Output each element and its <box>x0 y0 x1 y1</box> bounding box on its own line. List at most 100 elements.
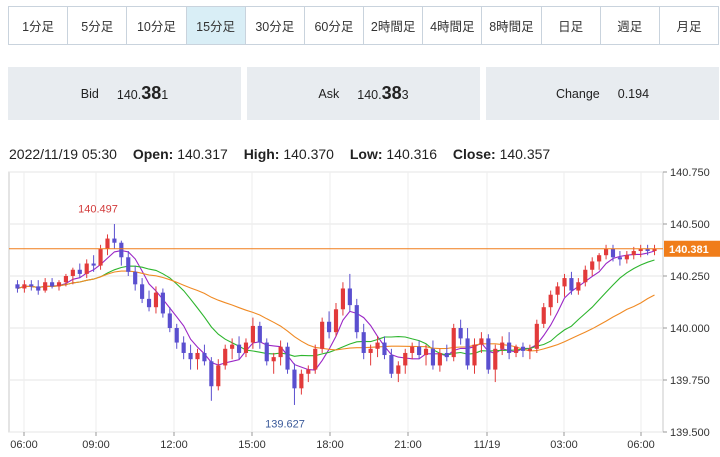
change-label: Change <box>555 86 600 101</box>
tab-timeframe[interactable]: 10分足 <box>127 7 187 44</box>
ohlc-close-value: 140.357 <box>499 146 551 162</box>
candle-body <box>22 284 27 289</box>
tab-timeframe[interactable]: 1分足 <box>9 7 69 44</box>
bid-box: Bid 140.381 <box>8 67 241 120</box>
candle-body <box>264 342 269 362</box>
bid-value-main: 140. <box>116 88 142 102</box>
candle-body <box>119 242 124 258</box>
candle-body <box>430 348 436 366</box>
candle-body <box>410 346 415 353</box>
candle-body <box>98 248 103 266</box>
tab-timeframe[interactable]: 日足 <box>541 7 601 44</box>
tab-timeframe[interactable]: 15分足 <box>186 7 246 44</box>
tab-timeframe[interactable]: 60分足 <box>304 7 365 44</box>
candle-body <box>306 369 311 374</box>
candle-body <box>548 294 553 308</box>
candle-body <box>278 346 283 358</box>
candle-body <box>451 328 456 358</box>
tab-timeframe[interactable]: 8時間足 <box>482 7 542 44</box>
candle-body <box>160 292 165 314</box>
candle-body <box>624 255 629 260</box>
candle-body <box>347 288 352 306</box>
candle-body <box>91 263 96 266</box>
candle-body <box>236 344 242 353</box>
candle-body <box>133 271 138 285</box>
ohlc-high-value: 140.370 <box>283 146 334 162</box>
candlestick-chart[interactable]: 140.750 140.500 140.250 140.000 139.750 139.5… <box>0 166 720 457</box>
candle-body <box>340 288 346 310</box>
change-value: 0.194 <box>617 86 650 101</box>
ohlc-high-label: High: <box>243 146 280 162</box>
tab-timeframe[interactable]: 30分足 <box>245 7 305 44</box>
candle-body <box>63 276 69 283</box>
ohlc-low-value: 140.316 <box>386 146 437 162</box>
candle-body <box>354 305 359 333</box>
candle-body <box>465 338 470 366</box>
tab-timeframe[interactable]: 週足 <box>600 7 660 44</box>
bid-value-fraction: 1 <box>161 88 169 102</box>
x-tick-label: 12:00 <box>160 439 188 451</box>
low-annotation: 139.627 <box>265 419 305 431</box>
candle-body <box>486 338 491 370</box>
candle-body <box>534 323 539 349</box>
candle-body <box>361 332 366 353</box>
candle-body <box>472 344 477 366</box>
candle-body <box>209 361 214 387</box>
candle-body <box>271 357 276 362</box>
x-tick-label: 11/19 <box>474 439 501 451</box>
candle-body <box>645 248 650 252</box>
candle-body <box>652 248 657 252</box>
candle-body <box>29 284 34 287</box>
ask-value-main: 140. <box>357 88 382 102</box>
x-tick-label: 21:00 <box>394 439 422 451</box>
tab-timeframe[interactable]: 2時間足 <box>364 7 424 44</box>
candle-body <box>167 313 172 328</box>
candle-body <box>389 355 394 374</box>
x-tick-label: 03:00 <box>550 439 578 451</box>
candle-body <box>583 269 588 283</box>
candle-body <box>320 321 325 349</box>
bid-value-pips: 38 <box>141 83 162 103</box>
candle-body <box>84 263 89 274</box>
ask-box: Ask 140.383 <box>247 67 480 120</box>
candle-body <box>146 298 152 308</box>
tab-timeframe[interactable]: 月足 <box>659 7 719 44</box>
candle-body <box>437 352 442 366</box>
bid-label: Bid <box>80 86 99 101</box>
candle-body <box>617 257 622 260</box>
tab-timeframe[interactable]: 4時間足 <box>423 7 483 44</box>
candle-body <box>444 352 449 358</box>
ohlc-low: Low: 140.316 <box>350 146 437 162</box>
candle-body <box>230 344 235 349</box>
y-tick-label: 140.500 <box>670 219 710 231</box>
candle-body <box>153 292 159 308</box>
candle-body <box>202 352 207 362</box>
candle-body <box>257 325 262 343</box>
candle-body <box>507 342 512 353</box>
candle-body <box>50 282 55 287</box>
candle-body <box>56 282 62 287</box>
candle-body <box>417 346 422 356</box>
candle-body <box>631 251 636 256</box>
candle-body <box>292 369 297 389</box>
candle-body <box>610 248 616 258</box>
candle-body <box>479 338 484 345</box>
candle-body <box>195 352 200 360</box>
candle-body <box>313 348 318 370</box>
ohlc-high: High: 140.370 <box>244 146 334 162</box>
tab-timeframe[interactable]: 5分足 <box>68 7 128 44</box>
x-tick-label: 09:00 <box>82 439 110 451</box>
ask-value-fraction: 3 <box>401 88 409 102</box>
candle-body <box>638 248 643 252</box>
candle-body <box>590 261 595 270</box>
ohlc-close: Close: 140.357 <box>453 146 550 162</box>
ohlc-close-label: Close: <box>452 146 496 162</box>
candle-body <box>603 248 609 256</box>
candle-body <box>458 328 463 339</box>
candle-body <box>382 342 387 356</box>
y-tick-label: 139.750 <box>670 375 710 387</box>
candle-body <box>513 346 519 353</box>
ohlc-open-value: 140.317 <box>177 146 228 162</box>
candle-body <box>555 286 560 295</box>
candle-body <box>520 346 526 351</box>
